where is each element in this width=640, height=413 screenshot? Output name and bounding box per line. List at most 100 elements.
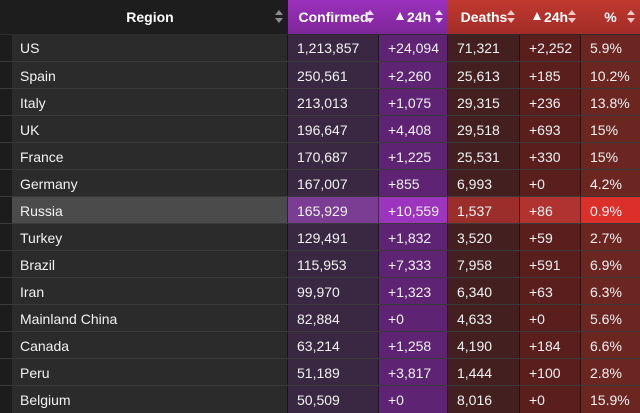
column-header-region[interactable]: Region <box>12 0 288 34</box>
region-cell: Iran <box>12 278 288 305</box>
deaths-24h-cell: +63 <box>520 278 581 305</box>
sort-icon <box>366 9 374 25</box>
confirmed-cell: 250,561 <box>288 62 379 89</box>
percent-cell: 13.8% <box>581 89 640 116</box>
deaths-24h-cell: +236 <box>520 89 581 116</box>
region-cell: Turkey <box>12 224 288 251</box>
column-header-deaths[interactable]: Deaths <box>448 0 520 34</box>
table-row[interactable]: Belgium 50,509 +0 8,016 +0 15.9% <box>0 385 640 413</box>
region-cell: Brazil <box>12 251 288 278</box>
table-row[interactable]: Italy 213,013 +1,075 29,315 +236 13.8% <box>0 88 640 116</box>
confirmed-24h-cell: +1,075 <box>379 89 448 116</box>
table-row[interactable]: UK 196,647 +4,408 29,518 +693 15% <box>0 115 640 143</box>
row-gutter <box>0 251 12 278</box>
row-gutter <box>0 332 12 359</box>
percent-cell: 5.9% <box>581 35 640 61</box>
row-gutter <box>0 359 12 386</box>
confirmed-cell: 63,214 <box>288 332 379 359</box>
deaths-cell: 1,444 <box>448 359 520 386</box>
row-gutter <box>0 197 12 224</box>
percent-cell: 10.2% <box>581 62 640 89</box>
table-row[interactable]: Brazil 115,953 +7,333 7,958 +591 6.9% <box>0 250 640 278</box>
deaths-cell: 4,633 <box>448 305 520 332</box>
confirmed-cell: 129,491 <box>288 224 379 251</box>
table-row[interactable]: France 170,687 +1,225 25,531 +330 15% <box>0 142 640 170</box>
deaths-cell: 7,958 <box>448 251 520 278</box>
row-gutter <box>0 35 12 61</box>
table-row[interactable]: Canada 63,214 +1,258 4,190 +184 6.6% <box>0 331 640 359</box>
column-header-label: 24h <box>406 9 432 25</box>
confirmed-24h-cell: +855 <box>379 170 448 197</box>
column-header-label: Region <box>126 9 174 25</box>
table-row[interactable]: Russia 165,929 +10,559 1,537 +86 0.9% <box>0 196 640 224</box>
deaths-cell: 6,993 <box>448 170 520 197</box>
region-cell: Spain <box>12 62 288 89</box>
deaths-24h-cell: +185 <box>520 62 581 89</box>
column-header-deaths-24h[interactable]: 24h <box>520 0 581 34</box>
column-header-confirmed-24h[interactable]: 24h <box>379 0 448 34</box>
deaths-24h-cell: +0 <box>520 305 581 332</box>
table-row[interactable]: Iran 99,970 +1,323 6,340 +63 6.3% <box>0 277 640 305</box>
table-header: Region Confirmed 24h Deaths 24h % <box>0 0 640 35</box>
region-cell: Germany <box>12 170 288 197</box>
region-cell: US <box>12 35 288 61</box>
percent-cell: 15% <box>581 143 640 170</box>
sort-icon <box>435 9 443 25</box>
table-row[interactable]: Peru 51,189 +3,817 1,444 +100 2.8% <box>0 358 640 386</box>
row-gutter <box>0 224 12 251</box>
sort-icon <box>507 9 515 25</box>
deaths-cell: 1,537 <box>448 197 520 224</box>
confirmed-24h-cell: +1,225 <box>379 143 448 170</box>
column-header-label: 24h <box>543 9 569 25</box>
deaths-24h-cell: +86 <box>520 197 581 224</box>
deaths-24h-cell: +100 <box>520 359 581 386</box>
deaths-24h-cell: +591 <box>520 251 581 278</box>
region-cell: UK <box>12 116 288 143</box>
column-header-label: Deaths <box>460 9 508 25</box>
deaths-24h-cell: +693 <box>520 116 581 143</box>
deaths-24h-cell: +184 <box>520 332 581 359</box>
deaths-cell: 4,190 <box>448 332 520 359</box>
table-row[interactable]: Germany 167,007 +855 6,993 +0 4.2% <box>0 169 640 197</box>
confirmed-cell: 167,007 <box>288 170 379 197</box>
region-cell: Canada <box>12 332 288 359</box>
deaths-24h-cell: +2,252 <box>520 35 581 61</box>
deaths-cell: 6,340 <box>448 278 520 305</box>
confirmed-cell: 213,013 <box>288 89 379 116</box>
row-gutter <box>0 116 12 143</box>
confirmed-cell: 196,647 <box>288 116 379 143</box>
confirmed-24h-cell: +0 <box>379 305 448 332</box>
sort-icon <box>568 9 576 25</box>
percent-cell: 6.3% <box>581 278 640 305</box>
percent-cell: 6.6% <box>581 332 640 359</box>
region-cell: Mainland China <box>12 305 288 332</box>
confirmed-cell: 170,687 <box>288 143 379 170</box>
confirmed-24h-cell: +10,559 <box>379 197 448 224</box>
table-row[interactable]: Turkey 129,491 +1,832 3,520 +59 2.7% <box>0 223 640 251</box>
confirmed-24h-cell: +1,323 <box>379 278 448 305</box>
confirmed-cell: 82,884 <box>288 305 379 332</box>
deaths-24h-cell: +0 <box>520 386 581 413</box>
region-cell: France <box>12 143 288 170</box>
confirmed-cell: 50,509 <box>288 386 379 413</box>
deaths-24h-cell: +59 <box>520 224 581 251</box>
region-cell: Belgium <box>12 386 288 413</box>
confirmed-24h-cell: +4,408 <box>379 116 448 143</box>
confirmed-24h-cell: +0 <box>379 386 448 413</box>
table-row[interactable]: US 1,213,857 +24,094 71,321 +2,252 5.9% <box>0 35 640 61</box>
percent-cell: 4.2% <box>581 170 640 197</box>
deaths-cell: 25,613 <box>448 62 520 89</box>
percent-cell: 2.8% <box>581 359 640 386</box>
deaths-cell: 29,315 <box>448 89 520 116</box>
confirmed-24h-cell: +1,832 <box>379 224 448 251</box>
region-cell: Russia <box>12 197 288 224</box>
increase-triangle-icon <box>395 12 404 20</box>
table-row[interactable]: Spain 250,561 +2,260 25,613 +185 10.2% <box>0 61 640 89</box>
column-header-percent[interactable]: % <box>581 0 640 34</box>
covid-stats-table: Region Confirmed 24h Deaths 24h % US 1,2 <box>0 0 640 413</box>
confirmed-cell: 115,953 <box>288 251 379 278</box>
table-row[interactable]: Mainland China 82,884 +0 4,633 +0 5.6% <box>0 304 640 332</box>
deaths-cell: 71,321 <box>448 35 520 61</box>
column-header-confirmed[interactable]: Confirmed <box>288 0 379 34</box>
percent-cell: 15% <box>581 116 640 143</box>
